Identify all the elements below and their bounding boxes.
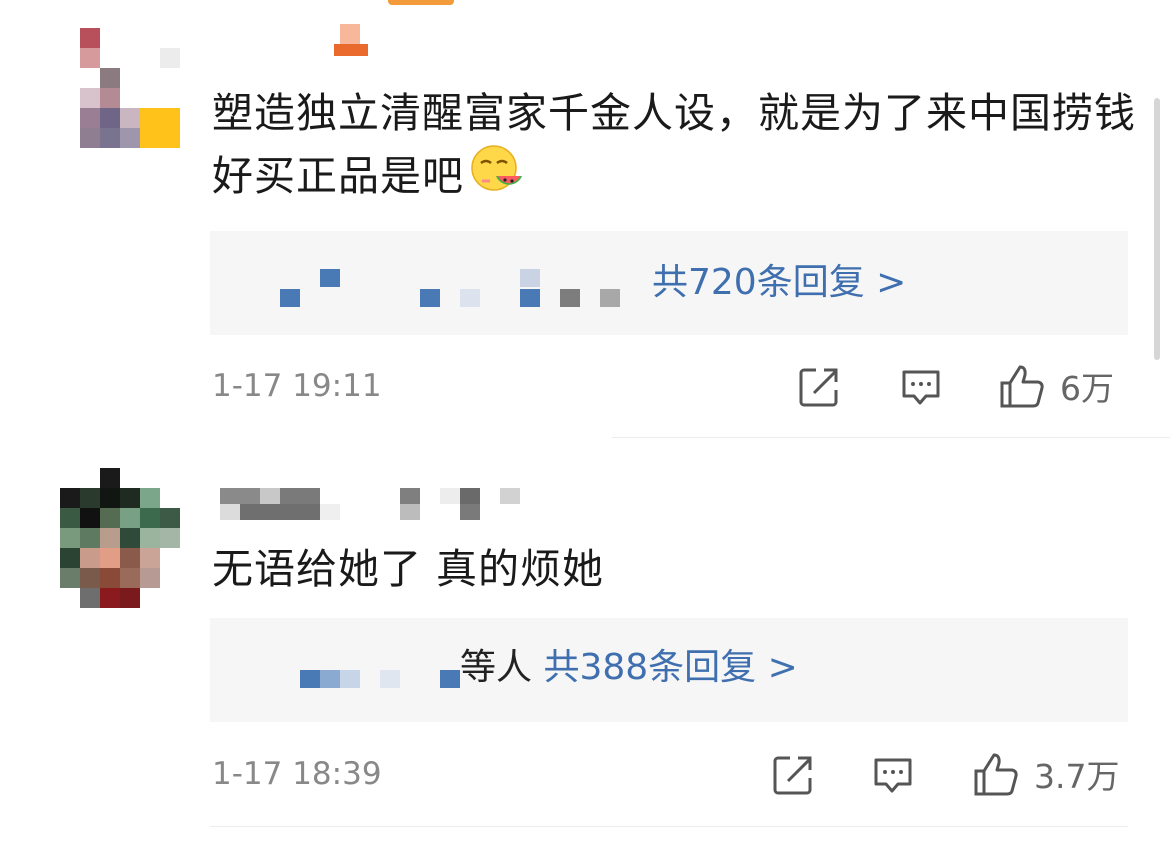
thumbs-up-icon (1000, 365, 1044, 408)
comment-text: 塑造独立清醒富家千金人设，就是为了来中国捞钱好买正品是吧 (212, 82, 1142, 213)
like-button[interactable]: 6万 (998, 362, 1114, 410)
replies-count[interactable]: 共388条回复 > (543, 647, 797, 688)
username-blurred[interactable] (330, 24, 390, 58)
comment-icon (902, 370, 940, 405)
like-count: 6万 (1060, 369, 1114, 408)
share-icon (773, 756, 812, 795)
avatar[interactable] (80, 28, 184, 152)
comment-button[interactable] (900, 366, 942, 408)
share-button[interactable] (772, 754, 814, 796)
avatar[interactable] (60, 468, 180, 608)
comment-icon (874, 758, 912, 793)
divider (210, 826, 1128, 827)
replies-prefix: 等人 (460, 647, 533, 688)
replier-names-blurred (300, 670, 320, 688)
like-button[interactable]: 3.7万 (972, 750, 1119, 798)
thumbs-up-icon (974, 753, 1018, 796)
comment-text: 无语给她了 真的烦她 (212, 538, 1112, 600)
comment-time: 1-17 19:11 (212, 368, 382, 404)
username-blurred[interactable] (220, 488, 550, 522)
replies-count-link[interactable]: 等人 共388条回复 > (460, 646, 798, 690)
replies-count-link[interactable]: 共720条回复 > (652, 261, 906, 305)
replies-box[interactable]: 共720条回复 > (210, 231, 1128, 335)
share-icon (799, 368, 838, 407)
comment-text-content: 塑造独立清醒富家千金人设，就是为了来中国捞钱好买正品是吧 (212, 89, 1136, 200)
watermelon-smirk-emoji-icon (468, 144, 524, 213)
comment-text-content: 无语给她了 真的烦她 (212, 545, 605, 593)
replier-names-blurred (280, 289, 300, 307)
share-button[interactable] (798, 366, 840, 408)
like-count: 3.7万 (1034, 757, 1120, 796)
divider (612, 437, 1170, 438)
comment-time: 1-17 18:39 (212, 756, 382, 792)
comment-item: 无语给她了 真的烦她 等人 共388条回复 > 1-17 18:39 3.7万 (0, 440, 1170, 853)
comment-button[interactable] (872, 754, 914, 796)
replies-box[interactable]: 等人 共388条回复 > (210, 618, 1128, 722)
comment-item: 塑造独立清醒富家千金人设，就是为了来中国捞钱好买正品是吧 共720条回复 > 1… (0, 0, 1170, 440)
